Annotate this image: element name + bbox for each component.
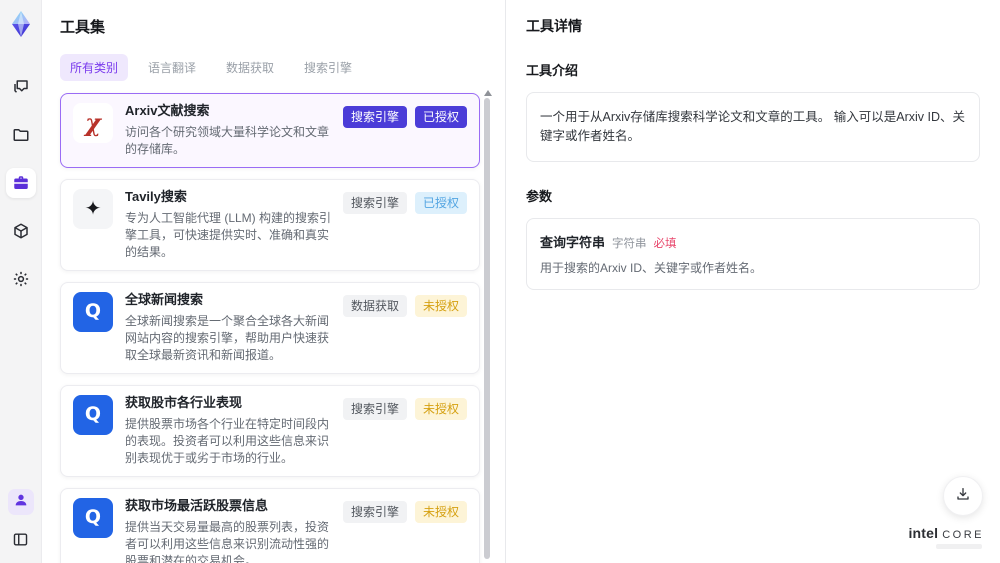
category-badge: 搜索引擎 xyxy=(342,397,407,420)
tool-description: 访问各个研究领域大量科学论文和文章的存储库。 xyxy=(125,124,330,156)
category-tabs: 所有类别 语言翻译 数据获取 搜索引擎 xyxy=(60,54,505,81)
core-wordmark: CORE xyxy=(942,529,984,541)
tab-all-categories[interactable]: 所有类别 xyxy=(60,54,129,81)
tool-name: 全球新闻搜索 xyxy=(125,291,204,307)
tool-description: 专为人工智能代理 (LLM) 构建的搜索引擎工具，可快速提供实时、准确和真实的结… xyxy=(125,210,332,259)
sidebar-nav xyxy=(5,72,36,294)
intel-wordmark: intel xyxy=(908,525,939,541)
q-glyph: Q xyxy=(84,506,102,529)
page-title: 工具集 xyxy=(60,19,106,36)
news-app-icon: Q xyxy=(73,497,113,538)
auth-status-badge: 未授权 xyxy=(414,294,467,317)
parameter-name: 查询字符串 xyxy=(540,234,606,250)
sidebar-item-settings[interactable] xyxy=(6,264,36,294)
sidebar-item-toolbox[interactable] xyxy=(5,168,36,198)
q-glyph: Q xyxy=(84,300,102,323)
tool-intro-text: 一个用于从Arxiv存储库搜索科学论文和文章的工具。 输入可以是Arxiv ID… xyxy=(526,92,980,162)
sidebar-item-models[interactable] xyxy=(6,216,36,246)
scroll-up-arrow-icon[interactable] xyxy=(484,90,492,96)
sidebar-item-chat[interactable] xyxy=(6,72,36,102)
collapse-panel-button[interactable] xyxy=(9,527,33,551)
tool-name: 获取市场最活跃股票信息 xyxy=(125,497,269,513)
sparkle-glyph: ✦ xyxy=(84,197,102,220)
q-glyph: Q xyxy=(84,403,102,426)
gear-icon xyxy=(12,270,30,288)
download-button[interactable] xyxy=(943,476,983,516)
parameter-type: 字符串 xyxy=(612,237,647,250)
parameter-required-flag: 必填 xyxy=(653,237,677,250)
category-badge: 搜索引擎 xyxy=(342,191,407,214)
detail-title: 工具详情 xyxy=(526,18,582,34)
brand-subtext-strip xyxy=(936,544,982,549)
tavily-icon: ✦ xyxy=(73,188,113,229)
tool-card-global-news[interactable]: Q 全球新闻搜索 全球新闻搜索是一个聚合全球各大新闻网站内容的搜索引擎，帮助用户… xyxy=(60,281,480,374)
category-badge: 数据获取 xyxy=(342,294,407,317)
person-icon xyxy=(13,492,29,513)
diamond-logo-icon xyxy=(11,11,30,37)
folder-icon xyxy=(12,126,30,144)
panel-left-icon xyxy=(12,531,29,548)
tool-card-arxiv[interactable]: χ Arxiv文献搜索 访问各个研究领域大量科学论文和文章的存储库。 搜索引擎 … xyxy=(60,93,480,168)
sidebar-bottom xyxy=(7,489,34,551)
app-window: 工具集 所有类别 语言翻译 数据获取 搜索引擎 χ Arxiv文献搜索 访问各个… xyxy=(0,0,1000,563)
news-app-icon: Q xyxy=(73,291,113,332)
tool-card-list: χ Arxiv文献搜索 访问各个研究领域大量科学论文和文章的存储库。 搜索引擎 … xyxy=(60,93,480,563)
tool-name: Tavily搜索 xyxy=(125,188,187,204)
auth-status-badge: 未授权 xyxy=(414,500,467,523)
category-badge: 搜索引擎 xyxy=(342,500,407,523)
arxiv-chi-glyph: χ xyxy=(85,108,101,137)
tab-data-acquisition[interactable]: 数据获取 xyxy=(216,54,284,81)
tool-description: 提供股票市场各个行业在特定时间段内的表现。投资者可以利用这些信息来识别表现优于或… xyxy=(125,416,330,465)
parameter-card: 查询字符串 字符串 必填 用于搜索的Arxiv ID、关键字或作者姓名。 xyxy=(526,217,980,291)
scrollbar[interactable] xyxy=(484,90,492,561)
tab-search-engine[interactable]: 搜索引擎 xyxy=(294,54,362,81)
app-logo xyxy=(7,10,35,38)
auth-status-badge: 已授权 xyxy=(414,191,467,214)
intro-section-title: 工具介绍 xyxy=(526,63,579,78)
tool-detail-panel: 工具详情 工具介绍 一个用于从Arxiv存储库搜索科学论文和文章的工具。 输入可… xyxy=(505,0,1000,563)
user-avatar[interactable] xyxy=(7,489,34,515)
chat-icon xyxy=(12,78,30,96)
news-app-icon: Q xyxy=(73,394,113,435)
scrollbar-thumb[interactable] xyxy=(484,98,490,559)
tool-list-panel: 工具集 所有类别 语言翻译 数据获取 搜索引擎 χ Arxiv文献搜索 访问各个… xyxy=(42,0,505,563)
auth-status-badge: 未授权 xyxy=(414,397,467,420)
auth-status-badge: 已授权 xyxy=(414,106,467,128)
tool-card-active-stocks[interactable]: Q 获取市场最活跃股票信息 提供当天交易量最高的股票列表，投资者可以利用这些信息… xyxy=(60,487,480,563)
package-cube-icon xyxy=(12,222,30,240)
intel-core-logo: intel CORE xyxy=(908,525,984,549)
tool-card-stock-sectors[interactable]: Q 获取股市各行业表现 提供股票市场各个行业在特定时间段内的表现。投资者可以利用… xyxy=(60,384,480,477)
tool-name: Arxiv文献搜索 xyxy=(125,103,210,118)
tool-card-tavily[interactable]: ✦ Tavily搜索 专为人工智能代理 (LLM) 构建的搜索引擎工具，可快速提… xyxy=(60,178,480,271)
sidebar-rail xyxy=(0,0,42,563)
download-icon xyxy=(955,486,971,507)
tool-name: 获取股市各行业表现 xyxy=(125,394,243,410)
briefcase-icon xyxy=(12,174,30,192)
arxiv-icon: χ xyxy=(73,103,113,143)
tool-description: 全球新闻搜索是一个聚合全球各大新闻网站内容的搜索引擎，帮助用户快速获取全球最新资… xyxy=(125,313,330,362)
tool-description: 提供当天交易量最高的股票列表，投资者可以利用这些信息来识别流动性强的股票和潜在的… xyxy=(125,519,330,563)
sidebar-item-files[interactable] xyxy=(6,120,36,150)
parameter-description: 用于搜索的Arxiv ID、关键字或作者姓名。 xyxy=(540,260,763,275)
tab-language-translation[interactable]: 语言翻译 xyxy=(138,54,206,81)
category-badge: 搜索引擎 xyxy=(342,106,407,128)
params-section-title: 参数 xyxy=(526,188,553,204)
